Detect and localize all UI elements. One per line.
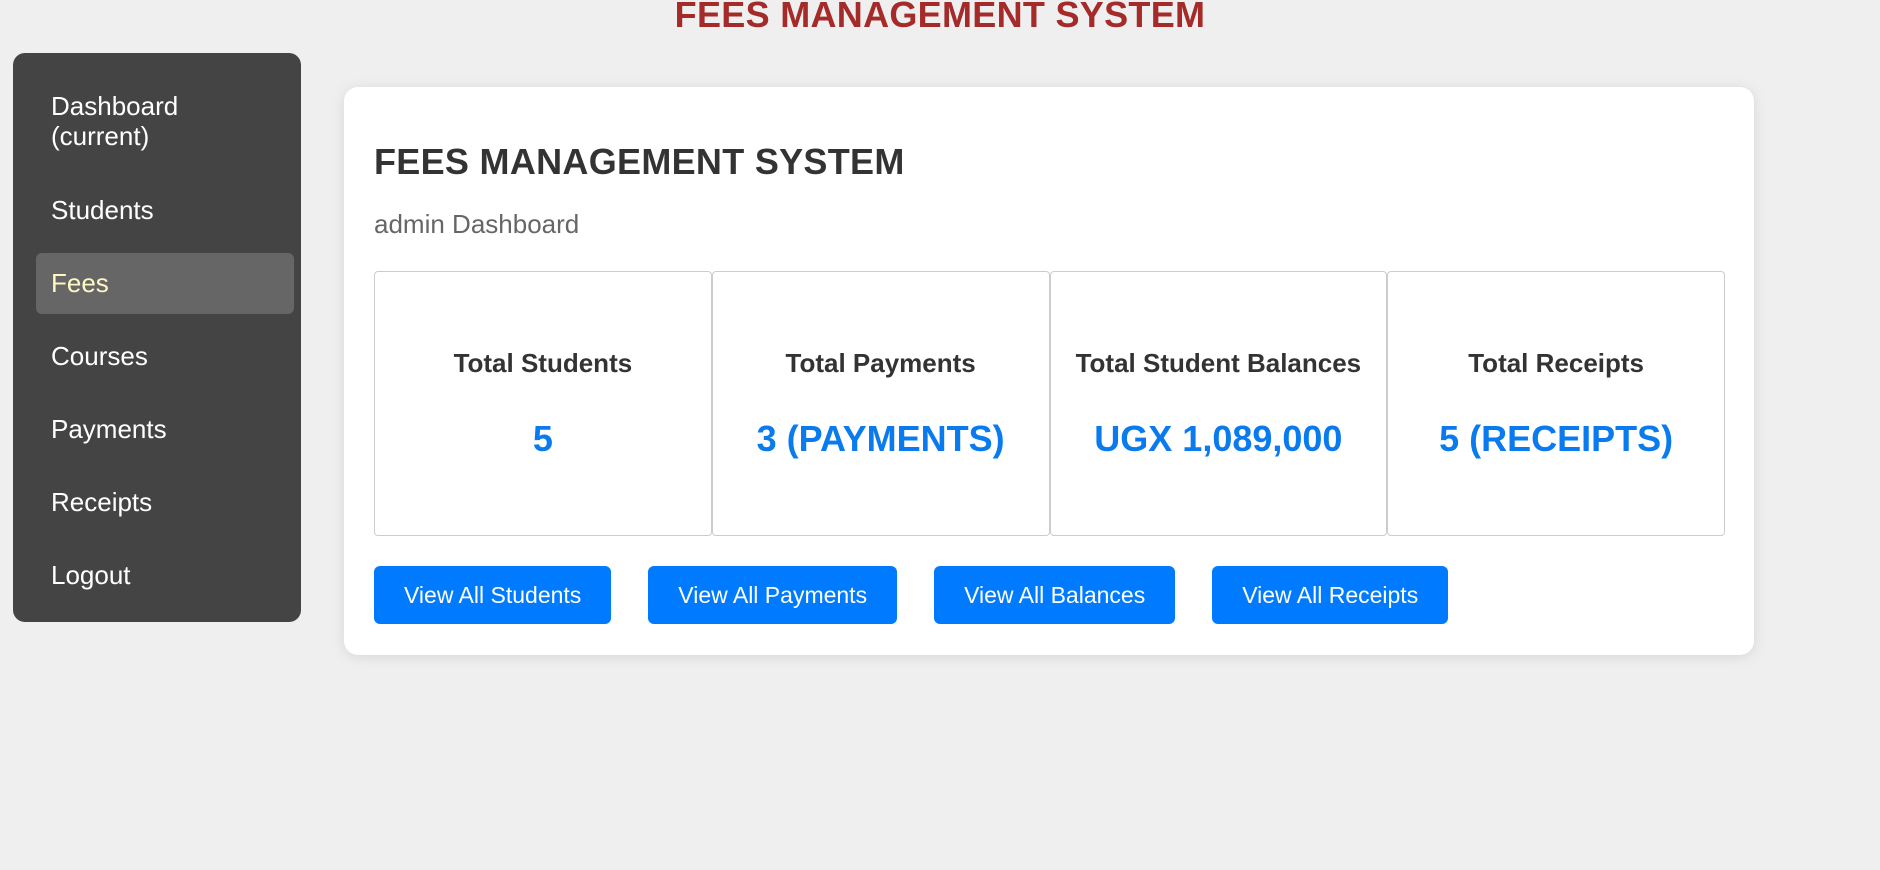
- dashboard-card: FEES MANAGEMENT SYSTEM admin Dashboard T…: [344, 87, 1754, 655]
- page-title: FEES MANAGEMENT SYSTEM: [374, 141, 905, 182]
- stat-card-total-students: Total Students 5: [374, 271, 712, 536]
- stat-value: 5 (RECEIPTS): [1439, 418, 1674, 459]
- sidebar: Dashboard (current) Students Fees Course…: [13, 53, 301, 622]
- stat-label: Total Student Balances: [1075, 348, 1362, 378]
- stat-card-total-receipts: Total Receipts 5 (RECEIPTS): [1387, 271, 1725, 536]
- view-all-balances-button[interactable]: View All Balances: [934, 566, 1176, 624]
- view-all-receipts-button[interactable]: View All Receipts: [1212, 566, 1449, 624]
- stat-label: Total Students: [453, 348, 633, 378]
- stats-row: Total Students 5 Total Payments 3 (PAYME…: [374, 271, 1725, 536]
- stat-label: Total Payments: [785, 348, 976, 378]
- stat-card-total-balances: Total Student Balances UGX 1,089,000: [1049, 271, 1388, 536]
- app-title: FEES MANAGEMENT SYSTEM: [674, 0, 1206, 35]
- stat-card-total-payments: Total Payments 3 (PAYMENTS): [711, 271, 1050, 536]
- view-all-payments-button[interactable]: View All Payments: [648, 566, 898, 624]
- stat-value: UGX 1,089,000: [1094, 418, 1343, 459]
- page-subtitle: admin Dashboard: [374, 209, 580, 239]
- sidebar-item-payments[interactable]: Payments: [36, 399, 294, 460]
- sidebar-item-fees[interactable]: Fees: [36, 253, 294, 314]
- stat-label: Total Receipts: [1468, 348, 1645, 378]
- action-buttons: View All Students View All Payments View…: [374, 566, 1485, 624]
- view-all-students-button[interactable]: View All Students: [374, 566, 612, 624]
- sidebar-item-students[interactable]: Students: [36, 180, 294, 241]
- stat-value: 3 (PAYMENTS): [756, 418, 1005, 459]
- stat-value: 5: [532, 418, 553, 459]
- sidebar-item-receipts[interactable]: Receipts: [36, 472, 294, 533]
- sidebar-item-logout[interactable]: Logout: [36, 545, 294, 606]
- sidebar-item-courses[interactable]: Courses: [36, 326, 294, 387]
- sidebar-item-dashboard[interactable]: Dashboard (current): [36, 83, 294, 160]
